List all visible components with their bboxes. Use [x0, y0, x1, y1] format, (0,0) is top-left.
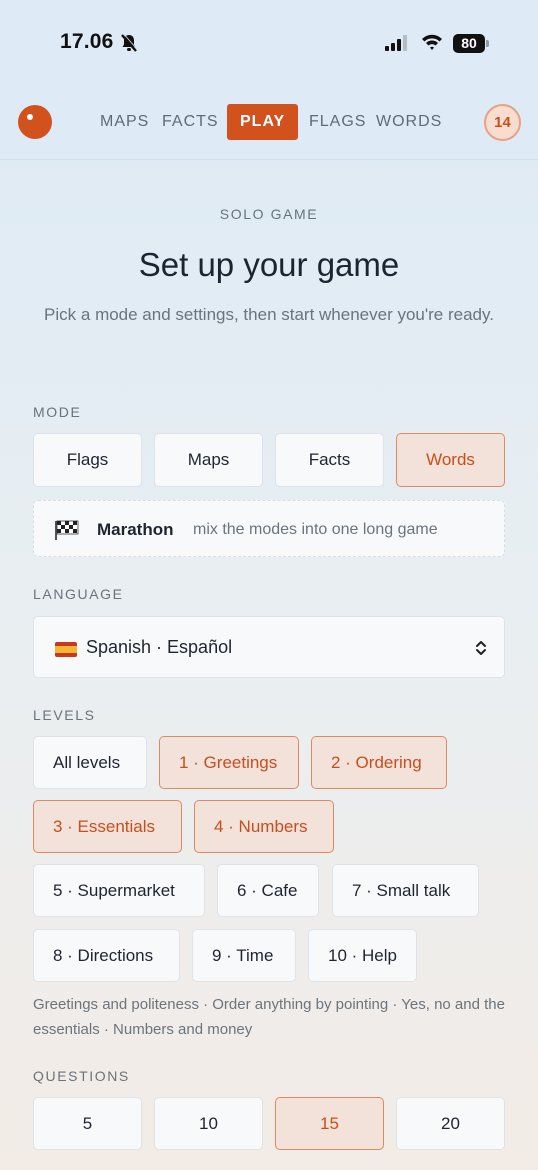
nav-facts[interactable]: FACTS: [162, 104, 219, 140]
language-value: Spanish · Español: [86, 637, 233, 657]
page-eyebrow: SOLO GAME: [219, 206, 319, 222]
questions-20-button[interactable]: 20: [396, 1097, 505, 1150]
nav-words[interactable]: WORDS: [376, 104, 442, 140]
levels-description: Greetings and politeness · Order anythin…: [33, 996, 505, 1038]
level-2-button[interactable]: 2 · Ordering: [311, 736, 447, 789]
page-title: Set up your game: [138, 246, 400, 283]
mode-label: MODE: [33, 404, 82, 420]
nav-play[interactable]: PLAY: [227, 104, 299, 140]
level-all-button[interactable]: All levels: [33, 736, 147, 789]
spain-flag-icon: [55, 642, 77, 657]
level-3-button[interactable]: 3 · Essentials: [33, 800, 182, 853]
language-label: LANGUAGE: [33, 586, 124, 602]
levels-label: LEVELS: [33, 707, 96, 723]
logo-icon[interactable]: [18, 105, 52, 139]
questions-5-button[interactable]: 5: [33, 1097, 142, 1150]
nav-maps[interactable]: MAPS: [100, 104, 149, 140]
level-6-button[interactable]: 6 · Cafe: [217, 864, 319, 917]
questions-15-button[interactable]: 15: [275, 1097, 384, 1150]
marathon-description: mix the modes into one long game: [193, 521, 438, 538]
battery-tip: [486, 40, 489, 47]
questions-label: QUESTIONS: [33, 1068, 130, 1084]
marathon-option[interactable]: Marathon mix the modes into one long gam…: [33, 500, 505, 557]
level-4-button[interactable]: 4 · Numbers: [194, 800, 334, 853]
score-badge[interactable]: 14: [484, 104, 521, 141]
level-9-button[interactable]: 9 · Time: [192, 929, 296, 982]
mode-facts-button[interactable]: Facts: [275, 433, 384, 487]
level-10-button[interactable]: 10 · Help: [308, 929, 417, 982]
level-1-button[interactable]: 1 · Greetings: [159, 736, 299, 789]
questions-10-button[interactable]: 10: [154, 1097, 263, 1150]
marathon-title: Marathon: [97, 520, 174, 539]
wifi-icon: [422, 34, 442, 50]
checkered-flag-icon: [55, 520, 79, 540]
mode-flags-button[interactable]: Flags: [33, 433, 142, 487]
language-select[interactable]: Spanish · Español: [33, 616, 505, 678]
page-subtitle: Pick a mode and settings, then start whe…: [44, 305, 494, 324]
battery-indicator: 80: [453, 34, 485, 53]
level-8-button[interactable]: 8 · Directions: [33, 929, 180, 982]
mode-words-button[interactable]: Words: [396, 433, 505, 487]
mode-maps-button[interactable]: Maps: [154, 433, 263, 487]
cell-signal-icon: [385, 35, 407, 51]
status-bar: 17.06 80: [0, 0, 538, 80]
nav-flags[interactable]: FLAGS: [309, 104, 366, 140]
bell-muted-icon: [121, 33, 138, 52]
level-7-button[interactable]: 7 · Small talk: [332, 864, 479, 917]
level-5-button[interactable]: 5 · Supermarket: [33, 864, 205, 917]
chevron-up-down-icon: [476, 641, 486, 655]
top-nav: MAPS FACTS PLAY FLAGS WORDS 14: [0, 80, 538, 160]
status-time: 17.06: [60, 30, 114, 53]
